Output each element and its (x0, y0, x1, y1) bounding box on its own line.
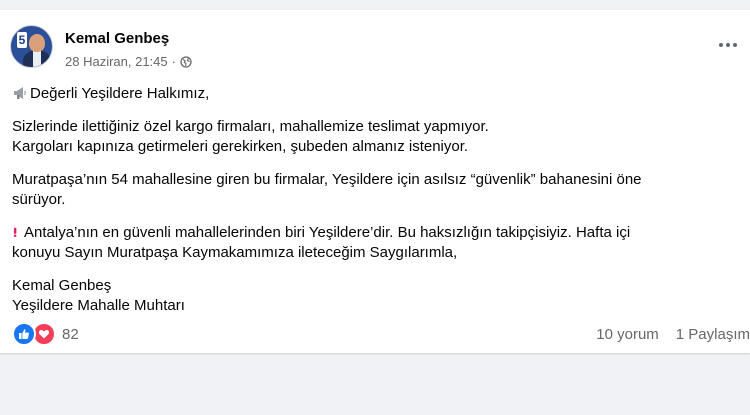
text-line-with-icon: Antalya’nın en güvenli mahallelerinden b… (12, 223, 737, 243)
shares-link[interactable]: 1 Paylaşım (676, 326, 750, 343)
post-stats: 10 yorum 1 Paylaşım (596, 326, 750, 343)
paragraph-kargo: Sizlerinde ilettiğiniz özel kargo firmal… (12, 117, 737, 157)
more-options-icon[interactable] (716, 38, 740, 52)
avatar-badge: 5 (17, 32, 27, 48)
paragraph-signature: Kemal Genbeş Yeşildere Mahalle Muhtarı (12, 276, 737, 316)
text-line: Antalya’nın en güvenli mahallelerinden b… (24, 224, 631, 241)
post-meta: 28 Haziran, 21:45 · (65, 54, 192, 69)
text-line: sürüyor. (12, 191, 66, 208)
post-card: 5 Kemal Genbeş 28 Haziran, 21:45 · Değer… (0, 10, 750, 353)
text-line: Sizlerinde ilettiğiniz özel kargo firmal… (12, 118, 489, 135)
comments-link[interactable]: 10 yorum (596, 326, 659, 343)
avatar[interactable]: 5 (10, 25, 53, 68)
paragraph-muratpasa: Muratpaşa’nın 54 mahallesine giren bu fi… (12, 170, 737, 210)
like-reaction-icon (12, 322, 36, 346)
author-name[interactable]: Kemal Genbeş (65, 30, 169, 47)
paragraph-greeting: Değerli Yeşildere Halkımız, (12, 84, 737, 104)
greeting-text: Değerli Yeşildere Halkımız, (30, 85, 210, 102)
post-content: Değerli Yeşildere Halkımız, Sizlerinde i… (12, 84, 737, 329)
avatar-head (29, 34, 45, 52)
reaction-count: 82 (62, 325, 79, 343)
exclamation-icon (13, 227, 17, 237)
reactions-summary[interactable]: 82 (12, 322, 79, 346)
globe-icon[interactable] (180, 55, 192, 68)
meta-separator: · (171, 54, 176, 69)
avatar-shirt (33, 51, 41, 67)
text-line: konuyu Sayın Muratpaşa Kaymakamımıza ile… (12, 244, 458, 261)
post-date[interactable]: 28 Haziran, 21:45 (65, 54, 168, 69)
signature-name: Kemal Genbeş (12, 277, 112, 294)
text-line: Muratpaşa’nın 54 mahallesine giren bu fi… (12, 171, 642, 188)
megaphone-icon (14, 87, 26, 99)
signature-title: Yeşildere Mahalle Muhtarı (12, 297, 185, 314)
text-line: Kargoları kapınıza getirmeleri gerekirke… (12, 138, 469, 155)
paragraph-antalya: Antalya’nın en güvenli mahallelerinden b… (12, 223, 737, 263)
